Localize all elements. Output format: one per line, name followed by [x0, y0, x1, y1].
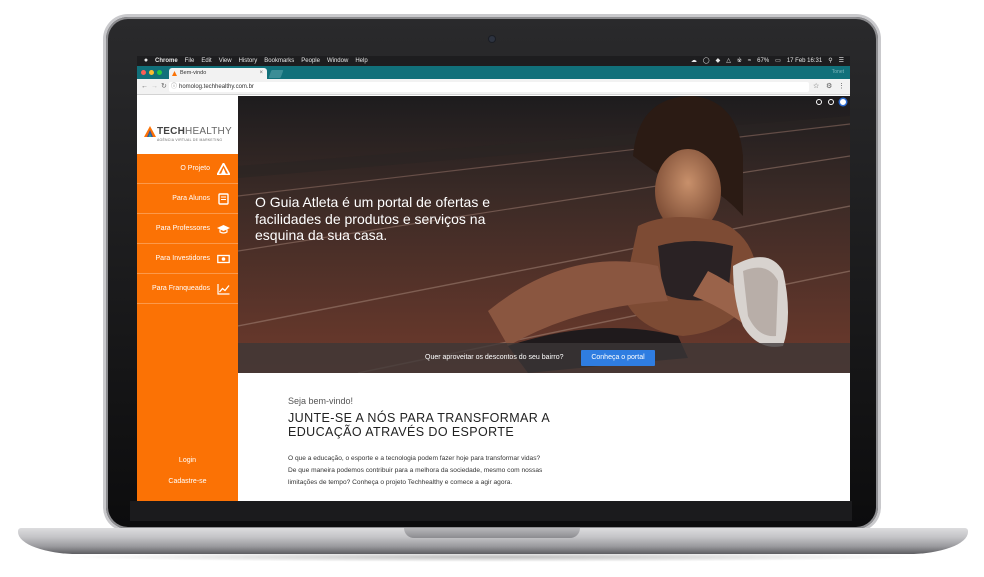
graduation-cap-icon — [217, 225, 230, 234]
status-area: ☁ ◯ ◆ △ ※ ≈ 67% ▭ 17 Feb 16:31 ⚲ ☰ — [691, 56, 850, 66]
menu-view[interactable]: View — [219, 56, 232, 66]
close-window-button[interactable] — [141, 70, 146, 75]
logo-word-light: HEALTHY — [185, 126, 232, 137]
favicon-icon — [172, 71, 177, 76]
carousel-dot[interactable] — [816, 99, 822, 105]
apple-icon[interactable]: ● — [137, 56, 155, 66]
intro-section: Seja bem-vindo! JUNTE-SE A NÓS PARA TRAN… — [238, 373, 850, 501]
nav-item-para-franqueados[interactable]: Para Franqueados — [137, 274, 238, 304]
site-logo[interactable]: TECHHEALTHY AGÊNCIA VIRTUAL DE MARKETING — [137, 96, 238, 154]
menu-window[interactable]: Window — [327, 56, 348, 66]
menu-edit[interactable]: Edit — [201, 56, 211, 66]
search-icon[interactable]: ⚲ — [828, 56, 832, 66]
battery-icon[interactable]: ▭ — [775, 56, 781, 66]
wifi-icon[interactable]: ≈ — [748, 56, 751, 66]
cloud-icon[interactable]: ☁ — [691, 56, 697, 66]
browser-toolbar: ← → ↻ ⓘ homolog.techhealthy.com.br ☆ ⚙ ⋮ — [137, 79, 850, 95]
browser-tab[interactable]: Bem-vindo × — [169, 68, 267, 79]
nav-item-label: Para Investidores — [155, 255, 210, 262]
site-sidebar: TECHHEALTHY AGÊNCIA VIRTUAL DE MARKETING… — [137, 96, 238, 501]
login-link[interactable]: Login — [137, 457, 238, 464]
info-icon[interactable]: ⓘ — [171, 82, 177, 92]
menu-file[interactable]: File — [185, 56, 195, 66]
menu-history[interactable]: History — [239, 56, 258, 66]
back-icon[interactable]: ← — [141, 82, 148, 92]
bezel-bottom — [130, 501, 852, 521]
reload-icon[interactable]: ↻ — [161, 82, 167, 92]
carousel-dot[interactable] — [828, 99, 834, 105]
menu-help[interactable]: Help — [355, 56, 367, 66]
nav-item-o-projeto[interactable]: O Projeto — [137, 154, 238, 184]
forward-icon[interactable]: → — [151, 82, 158, 92]
bluetooth-icon[interactable]: ※ — [737, 56, 742, 66]
signup-link[interactable]: Cadastre-se — [137, 478, 238, 485]
new-tab-button[interactable] — [268, 70, 284, 78]
intro-body: O que a educação, o esporte e a tecnolog… — [288, 455, 543, 486]
techhealthy-logo-icon — [144, 126, 156, 137]
carousel-indicators — [816, 99, 846, 105]
menu-bookmarks[interactable]: Bookmarks — [264, 56, 294, 66]
chart-line-icon — [217, 284, 230, 295]
battery-percent: 67% — [757, 58, 770, 64]
screen: ● Chrome File Edit View History Bookmark… — [137, 56, 850, 501]
nav-item-label: Para Franqueados — [152, 285, 210, 292]
nav-item-label: O Projeto — [180, 165, 210, 172]
profile-button[interactable]: Tonet — [832, 68, 844, 77]
tab-title: Bem-vindo — [180, 70, 207, 76]
logo-tagline: AGÊNCIA VIRTUAL DE MARKETING — [157, 138, 223, 142]
tab-close-icon[interactable]: × — [259, 68, 263, 79]
menu-chrome[interactable]: Chrome — [155, 56, 178, 66]
logo-wordmark: TECHHEALTHY — [157, 126, 232, 137]
nav-item-label: Para Professores — [155, 225, 210, 232]
nav-item-para-alunos[interactable]: Para Alunos — [137, 184, 238, 214]
nav-item-para-professores[interactable]: Para Professores — [137, 214, 238, 244]
shield-icon[interactable]: ◯ — [703, 56, 710, 66]
chrome-menu-icon[interactable]: ⋮ — [838, 82, 845, 92]
clock[interactable]: 17 Feb 16:31 — [787, 56, 822, 66]
minimize-window-button[interactable] — [149, 70, 154, 75]
drive-icon[interactable]: △ — [726, 56, 731, 66]
bookmark-star-icon[interactable]: ☆ — [813, 82, 819, 92]
laptop-base-notch — [404, 528, 580, 538]
nav-item-label: Para Alunos — [172, 195, 210, 202]
laptop-mockup: ● Chrome File Edit View History Bookmark… — [0, 0, 984, 577]
cta-bar: Quer aproveitar os descontos do seu bair… — [238, 343, 850, 373]
nav-item-para-investidores[interactable]: Para Investidores — [137, 244, 238, 274]
welcome-text: Seja bem-vindo! — [288, 396, 354, 406]
macos-menubar: ● Chrome File Edit View History Bookmark… — [137, 56, 850, 66]
web-page: TECHHEALTHY AGÊNCIA VIRTUAL DE MARKETING… — [137, 96, 850, 501]
menu-list-icon[interactable]: ☰ — [839, 56, 844, 66]
browser-tabstrip: Bem-vindo × Tonet — [137, 66, 850, 79]
url-text: homolog.techhealthy.com.br — [179, 84, 254, 90]
carousel-dot-active[interactable] — [840, 99, 846, 105]
dropbox-icon[interactable]: ◆ — [716, 56, 721, 66]
maximize-window-button[interactable] — [157, 70, 162, 75]
webcam — [489, 36, 495, 42]
extension-icon[interactable]: ⚙ — [826, 82, 832, 92]
hero-banner: O Guia Atleta é um portal de ofertas e f… — [238, 96, 850, 373]
book-icon — [218, 193, 229, 205]
address-bar[interactable]: ⓘ homolog.techhealthy.com.br — [169, 82, 809, 92]
triangle-logo-icon — [217, 163, 230, 175]
conheca-portal-button[interactable]: Conheça o portal — [581, 350, 655, 366]
intro-title: JUNTE-SE A NÓS PARA TRANSFORMAR A EDUCAÇ… — [288, 411, 550, 439]
hero-headline: O Guia Atleta é um portal de ofertas e f… — [255, 194, 491, 243]
logo-word-bold: TECH — [157, 126, 186, 137]
cta-text: Quer aproveitar os descontos do seu bair… — [425, 354, 564, 361]
menu-people[interactable]: People — [301, 56, 320, 66]
money-bill-icon — [217, 254, 230, 264]
